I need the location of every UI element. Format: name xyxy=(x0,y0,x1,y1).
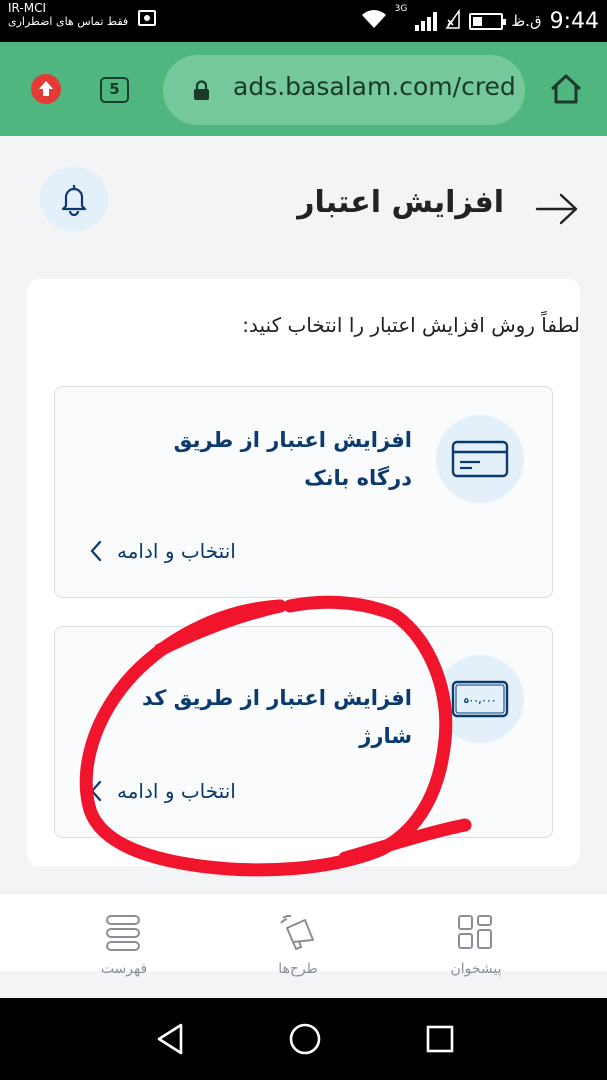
chevron-left-icon xyxy=(90,540,102,562)
lock-icon xyxy=(194,80,209,100)
option-bank-gateway[interactable]: افزایش اعتبار از طریق درگاه بانک انتخاب … xyxy=(54,386,553,598)
back-icon[interactable] xyxy=(155,1022,185,1056)
option-title: افزایش اعتبار از طریق کد شارژ xyxy=(142,686,412,748)
back-arrow-icon[interactable] xyxy=(535,192,579,226)
recents-icon[interactable] xyxy=(425,1024,455,1054)
select-continue-label: انتخاب و ادامه xyxy=(117,539,236,563)
url-text: ads.basalam.com/cred xyxy=(233,72,516,101)
clock: 9:44 xyxy=(549,8,599,34)
wifi-icon xyxy=(361,9,387,34)
nav-label-plans: طرح‌ها xyxy=(278,961,318,977)
charge-code-amount: ۵۰۰,۰۰۰ xyxy=(464,696,496,705)
bank-card-icon xyxy=(451,440,509,478)
page-title: افزایش اعتبار xyxy=(297,185,504,220)
option-charge-code[interactable]: ۵۰۰,۰۰۰ افزایش اعتبار از طریق کد شارژ ان… xyxy=(54,626,553,838)
nav-item-dashboard[interactable]: پیشخوان xyxy=(416,894,536,977)
instruction-text: لطفاً روش افزایش اعتبار را انتخاب کنید: xyxy=(242,313,580,337)
dashboard-icon xyxy=(458,915,492,949)
megaphone-icon xyxy=(280,914,314,951)
nav-item-menu[interactable]: فهرست xyxy=(64,894,184,977)
home-circle-icon[interactable] xyxy=(288,1022,322,1056)
notifications-button[interactable] xyxy=(40,167,108,231)
select-continue-link[interactable]: انتخاب و ادامه xyxy=(89,539,236,563)
android-navigation-bar xyxy=(0,998,607,1080)
time-ampm: ق.ظ xyxy=(511,12,542,30)
tab-count: 5 xyxy=(109,80,120,98)
no-signal-icon xyxy=(445,8,461,33)
bell-icon xyxy=(61,185,87,216)
carrier-info: IR-MCI فقط تماس های اضطراری xyxy=(8,1,128,29)
status-indicators: 3G ق.ظ 9:44 xyxy=(361,4,599,36)
bottom-navigation: فهرست طرح‌ها پیشخوان xyxy=(0,893,607,977)
address-bar[interactable]: ads.basalam.com/cred xyxy=(163,55,525,125)
signal-icon xyxy=(415,11,438,31)
chevron-left-icon xyxy=(90,780,102,802)
option-title: افزایش اعتبار از طریق درگاه بانک xyxy=(173,428,412,490)
update-icon[interactable] xyxy=(31,74,61,104)
nav-item-plans[interactable]: طرح‌ها xyxy=(238,894,358,977)
option-icon-circle xyxy=(436,415,524,503)
nav-label-dashboard: پیشخوان xyxy=(450,961,502,977)
menu-icon xyxy=(106,915,140,951)
home-icon[interactable] xyxy=(548,71,584,107)
select-continue-link[interactable]: انتخاب و ادامه xyxy=(89,779,236,803)
network-type: 3G xyxy=(394,4,408,14)
battery-icon xyxy=(469,12,507,30)
screenshot-icon xyxy=(138,10,156,26)
nav-label-menu: فهرست xyxy=(100,961,148,977)
option-icon-circle: ۵۰۰,۰۰۰ xyxy=(436,655,524,743)
charge-code-icon: ۵۰۰,۰۰۰ xyxy=(451,680,509,718)
tabs-icon[interactable]: 5 xyxy=(100,77,129,103)
carrier-subtitle: فقط تماس های اضطراری xyxy=(8,15,129,28)
status-bar: IR-MCI فقط تماس های اضطراری 3G ق.ظ 9:44 xyxy=(0,0,607,42)
select-continue-label: انتخاب و ادامه xyxy=(117,779,236,803)
carrier-name: IR-MCI xyxy=(8,1,46,15)
